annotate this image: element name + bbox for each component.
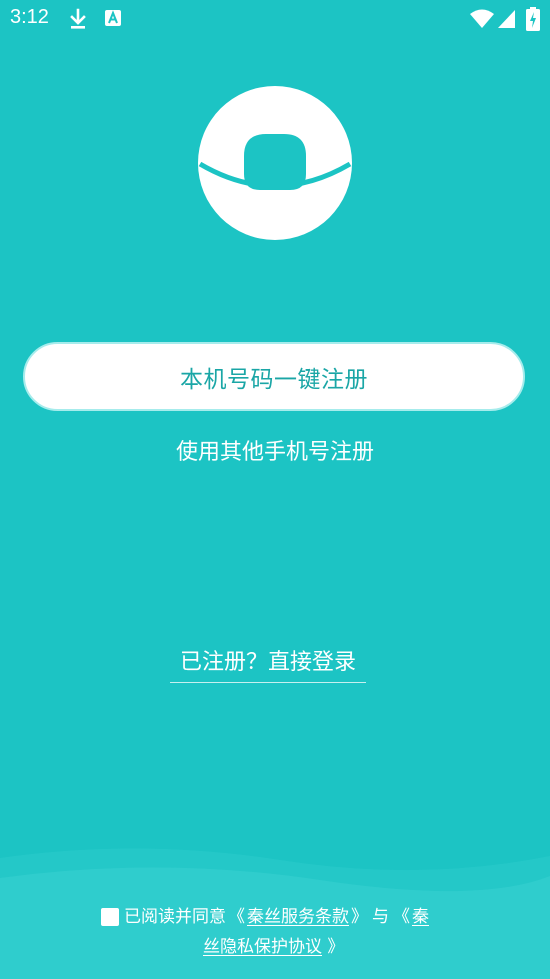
open-quote: 《	[228, 907, 245, 927]
a-icon	[104, 8, 122, 32]
close-quote: 》	[327, 937, 345, 957]
privacy-link-part2[interactable]: 丝隐私保护协议	[203, 937, 322, 957]
agreement-prefix: 已阅读并同意	[124, 907, 226, 927]
status-bar: 3:12	[0, 0, 550, 38]
status-time: 3:12	[10, 6, 49, 28]
wifi-icon	[470, 9, 494, 33]
one-click-register-label: 本机号码一键注册	[180, 366, 368, 393]
open-quote: 《	[393, 907, 410, 927]
one-click-register-button[interactable]: 本机号码一键注册	[23, 342, 525, 411]
other-phone-register-link[interactable]: 使用其他手机号注册	[0, 434, 550, 466]
agreement-checkbox[interactable]	[101, 908, 119, 926]
terms-link[interactable]: 秦丝服务条款	[247, 902, 349, 932]
agreement-conjunction: 与	[372, 907, 389, 927]
download-icon	[68, 8, 88, 34]
privacy-link-part1[interactable]: 秦	[412, 902, 429, 932]
signal-icon	[497, 9, 517, 33]
battery-icon	[526, 7, 540, 35]
direct-login-link[interactable]: 已注册？直接登录	[170, 644, 366, 683]
app-logo-icon	[198, 86, 352, 240]
close-quote: 》	[351, 907, 368, 927]
